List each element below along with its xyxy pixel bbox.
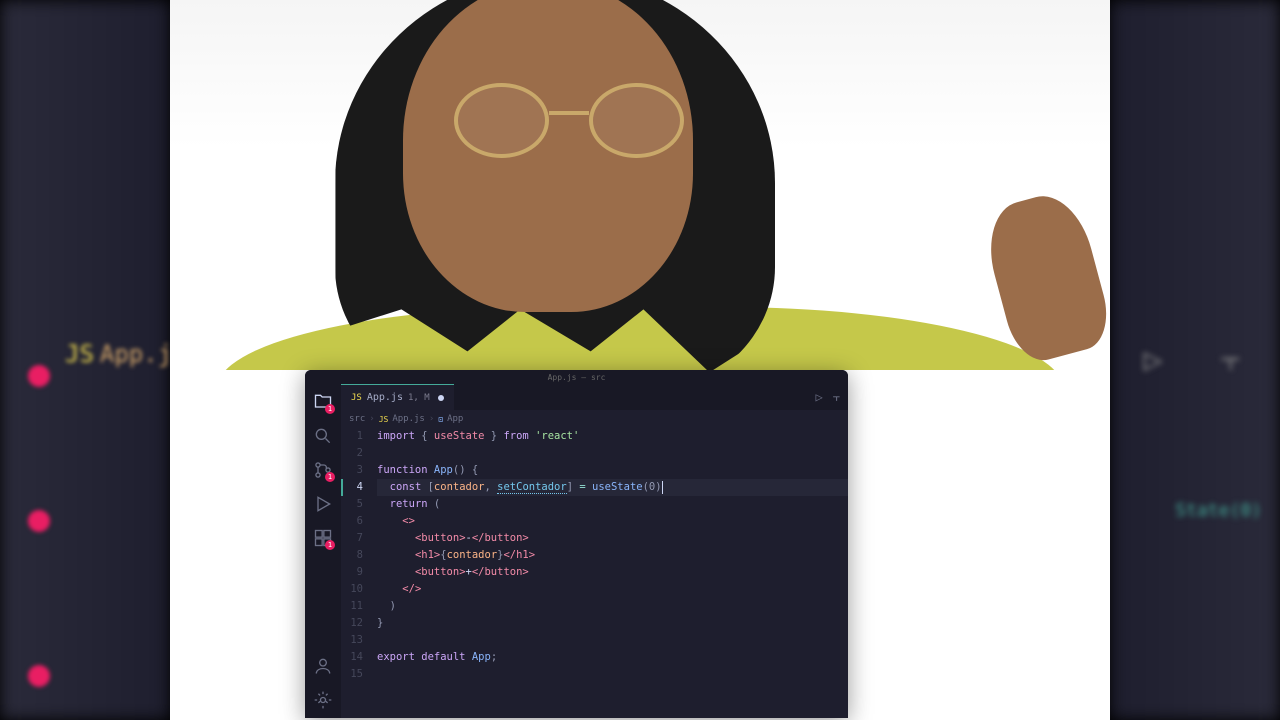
tab-app-js[interactable]: JS App.js 1, M (341, 384, 454, 410)
account-icon[interactable] (313, 656, 333, 676)
breadcrumb-folder: src (349, 414, 365, 424)
text-cursor (662, 481, 663, 494)
code-content[interactable]: import { useState } from 'react' functio… (373, 428, 848, 718)
breadcrumb-file: App.js (392, 414, 425, 424)
bg-code-hint-right: State(0) (1175, 500, 1262, 521)
bg-badge-icon (28, 665, 50, 687)
bg-badge-icon (28, 365, 50, 387)
activity-bar: 1 1 1 (305, 384, 341, 718)
symbol-function-icon: ⊡ (438, 415, 443, 424)
breadcrumb-symbol: App (447, 414, 463, 424)
window-titlebar: App.js — src (305, 370, 848, 384)
scm-badge: 1 (325, 472, 335, 482)
tab-git-status: 1, M (408, 393, 430, 403)
source-control-icon[interactable]: 1 (313, 460, 333, 480)
chevron-right-icon: › (369, 414, 374, 424)
bg-play-icon: ▷ ⫟ (1144, 340, 1240, 379)
js-file-icon: JS (351, 393, 362, 403)
settings-gear-icon[interactable] (313, 690, 333, 710)
editor-main: JS App.js 1, M ▷ ⫟ src › JS App.js › ⊡ A… (341, 384, 848, 718)
presenter-video (170, 0, 1110, 370)
explorer-badge: 1 (325, 404, 335, 414)
search-icon[interactable] (313, 426, 333, 446)
unsaved-dot-icon (438, 395, 444, 401)
bg-tab-hint-left: JS App.j (65, 340, 172, 368)
run-debug-icon[interactable] (313, 494, 333, 514)
bg-badge-icon (28, 510, 50, 532)
diagnostic-unused-var: setContador (497, 481, 567, 494)
chevron-right-icon: › (429, 414, 434, 424)
code-editor[interactable]: 1 2 3 4 5 6 7 8 9 10 11 12 13 14 15 (341, 428, 848, 718)
split-editor-icon[interactable]: ⫟ (833, 390, 840, 405)
extensions-icon[interactable]: 1 (313, 528, 333, 548)
breadcrumb[interactable]: src › JS App.js › ⊡ App (341, 410, 848, 428)
line-number-gutter: 1 2 3 4 5 6 7 8 9 10 11 12 13 14 15 (341, 428, 373, 718)
run-file-icon[interactable]: ▷ (815, 390, 822, 405)
vscode-window: App.js — src 1 1 1 (305, 370, 848, 718)
js-file-icon: JS (379, 415, 389, 424)
extensions-badge: 1 (325, 540, 335, 550)
tab-bar: JS App.js 1, M ▷ ⫟ (341, 384, 848, 410)
explorer-icon[interactable]: 1 (313, 392, 333, 412)
tab-filename: App.js (367, 392, 403, 403)
